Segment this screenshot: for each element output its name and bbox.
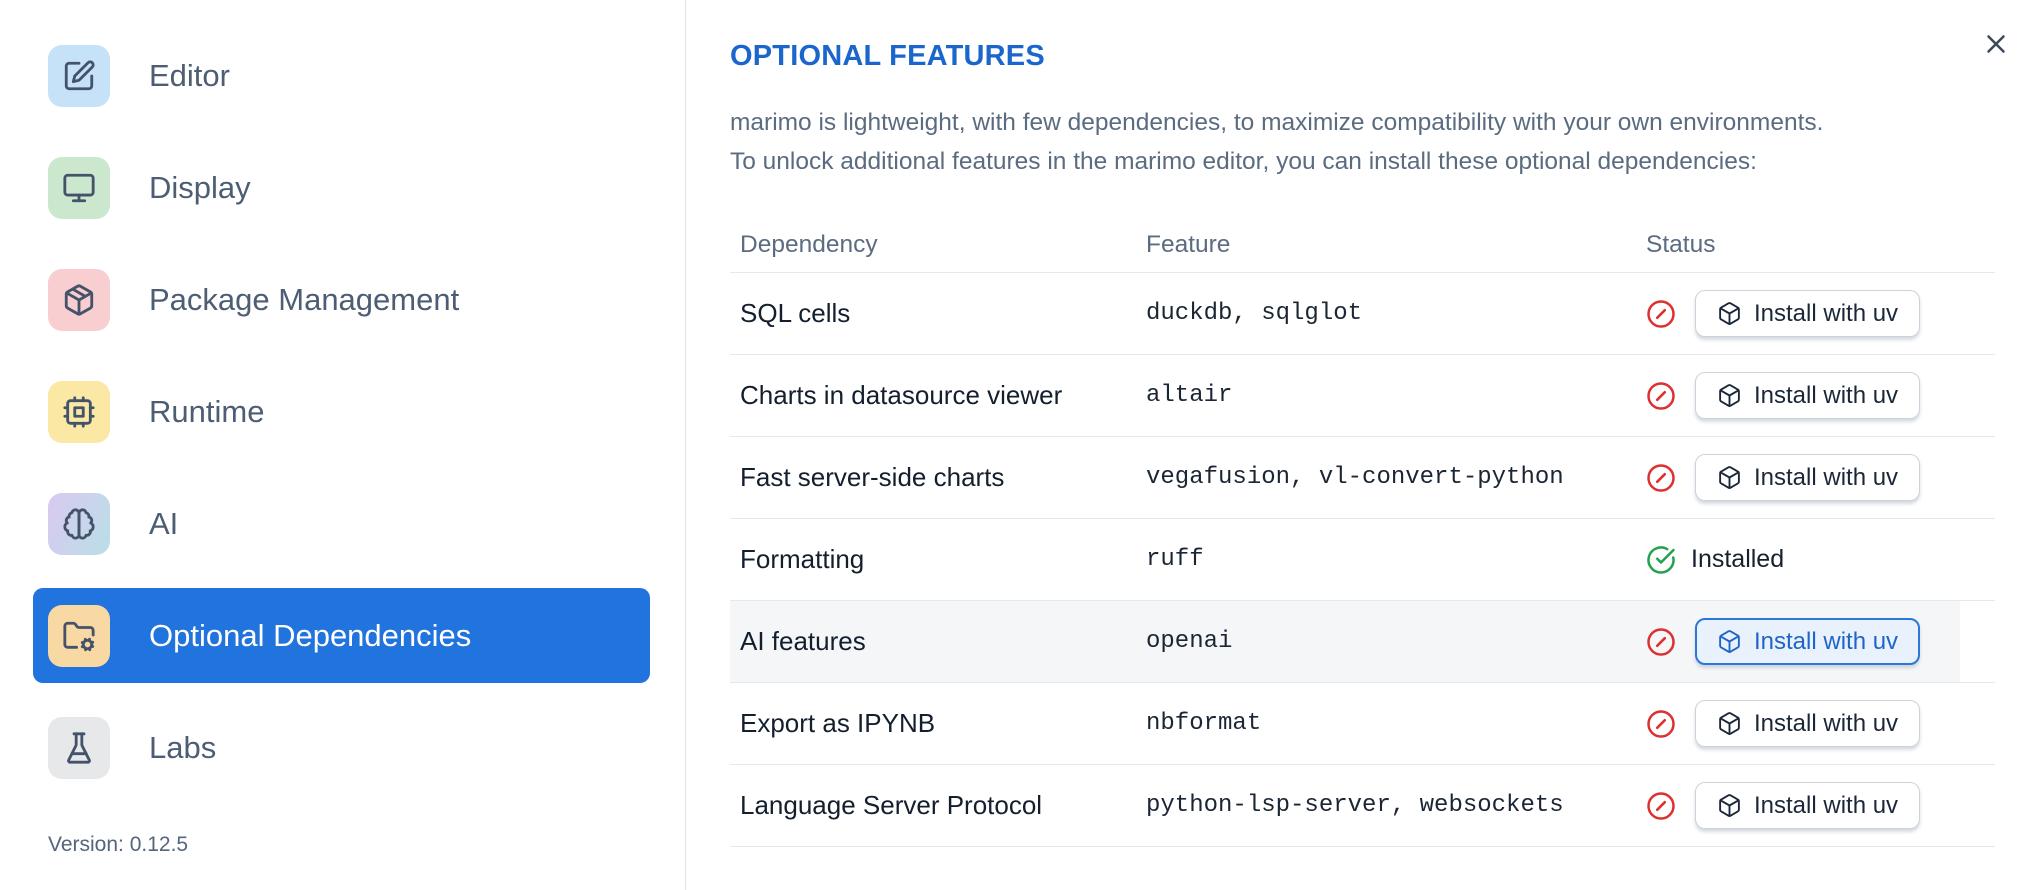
install-with-uv-button[interactable]: Install with uv [1695, 454, 1921, 501]
install-button-label: Install with uv [1754, 463, 1899, 491]
install-button-label: Install with uv [1754, 627, 1899, 655]
circle-x-icon [1646, 627, 1676, 657]
col-header-feature: Feature [1146, 230, 1231, 258]
cpu-icon [48, 380, 110, 443]
sidebar-item-label: Package Management [149, 281, 460, 317]
package-icon [1717, 465, 1742, 490]
status-cell: Install with uv [1646, 618, 1995, 665]
sidebar-item-package-management[interactable]: Package Management [33, 252, 650, 347]
brain-icon [48, 492, 110, 555]
status-cell: Install with uv [1646, 372, 1995, 419]
monitor-icon [48, 156, 110, 219]
circle-x-icon [1646, 381, 1676, 411]
install-with-uv-button[interactable]: Install with uv [1695, 618, 1921, 665]
feature-cell: ruff [1146, 546, 1204, 573]
installed-label: Installed [1691, 545, 1785, 573]
install-button-label: Install with uv [1754, 299, 1899, 327]
table-row: Fast server-side charts vegafusion, vl-c… [730, 437, 1995, 519]
install-with-uv-button[interactable]: Install with uv [1695, 700, 1921, 747]
folder-cog-icon [48, 604, 110, 667]
circle-check-icon [1646, 545, 1676, 575]
install-button-label: Install with uv [1754, 791, 1899, 819]
feature-cell: vegafusion, vl-convert-python [1146, 464, 1564, 491]
edit-icon [48, 44, 110, 107]
sidebar-item-runtime[interactable]: Runtime [33, 364, 650, 459]
table-row: Export as IPYNB nbformat Install with uv [730, 683, 1995, 765]
circle-x-icon [1646, 791, 1676, 821]
status-cell: Install with uv [1646, 700, 1995, 747]
sidebar-item-label: Runtime [149, 393, 265, 429]
install-with-uv-button[interactable]: Install with uv [1695, 290, 1921, 337]
sidebar-item-optional-dependencies[interactable]: Optional Dependencies [33, 588, 650, 683]
package-icon [1717, 793, 1742, 818]
install-button-label: Install with uv [1754, 709, 1899, 737]
package-icon [48, 268, 110, 331]
close-icon [1981, 29, 2011, 59]
panel-description: marimo is lightweight, with few dependen… [730, 103, 1995, 181]
description-line: To unlock additional features in the mar… [730, 148, 1757, 175]
feature-cell: openai [1146, 628, 1233, 655]
install-with-uv-button[interactable]: Install with uv [1695, 782, 1921, 829]
table-header-row: Dependency Feature Status [730, 217, 1995, 273]
table-row: Formatting ruff Installed [730, 519, 1995, 601]
sidebar-item-editor[interactable]: Editor [33, 28, 650, 123]
sidebar-item-label: AI [149, 505, 179, 541]
col-header-dependency: Dependency [740, 230, 878, 258]
table-row: SQL cells duckdb, sqlglot Install with u… [730, 273, 1995, 355]
feature-cell: python-lsp-server, websockets [1146, 792, 1564, 819]
circle-x-icon [1646, 709, 1676, 739]
dependency-cell: Export as IPYNB [740, 708, 936, 738]
optional-features-panel: OPTIONAL FEATURES marimo is lightweight,… [686, 0, 2042, 890]
sidebar-item-display[interactable]: Display [33, 140, 650, 235]
version-label: Version: 0.12.5 [48, 833, 189, 856]
flask-icon [48, 716, 110, 779]
dependency-cell: AI features [740, 626, 866, 656]
package-icon [1717, 629, 1742, 654]
table-row: AI features openai Install with uv [730, 601, 1995, 683]
package-icon [1717, 383, 1742, 408]
install-with-uv-button[interactable]: Install with uv [1695, 372, 1921, 419]
feature-cell: duckdb, sqlglot [1146, 300, 1363, 327]
circle-x-icon [1646, 299, 1676, 329]
dependency-cell: Fast server-side charts [740, 462, 1005, 492]
sidebar-item-labs[interactable]: Labs [33, 700, 650, 795]
sidebar-item-ai[interactable]: AI [33, 476, 650, 571]
status-cell: Install with uv [1646, 290, 1995, 337]
status-cell: Install with uv [1646, 454, 1995, 501]
feature-cell: altair [1146, 382, 1233, 409]
feature-cell: nbformat [1146, 710, 1262, 737]
optional-features-table: Dependency Feature Status SQL cells duck… [730, 217, 1995, 847]
dependency-cell: Language Server Protocol [740, 790, 1043, 820]
table-row: Charts in datasource viewer altair Insta… [730, 355, 1995, 437]
circle-x-icon [1646, 463, 1676, 493]
package-icon [1717, 301, 1742, 326]
status-cell: Installed [1646, 545, 1995, 575]
install-button-label: Install with uv [1754, 381, 1899, 409]
dependency-cell: Charts in datasource viewer [740, 380, 1063, 410]
sidebar-item-label: Optional Dependencies [149, 617, 472, 653]
settings-sidebar: Editor Display Package Management Runtim… [0, 0, 686, 890]
col-header-status: Status [1646, 230, 1716, 258]
close-button[interactable] [1978, 26, 2014, 62]
package-icon [1717, 711, 1742, 736]
sidebar-item-label: Display [149, 169, 251, 205]
table-row: Language Server Protocol python-lsp-serv… [730, 765, 1995, 847]
description-line: marimo is lightweight, with few dependen… [730, 109, 1824, 136]
dependency-cell: SQL cells [740, 298, 851, 328]
sidebar-item-label: Labs [149, 729, 217, 765]
status-cell: Install with uv [1646, 782, 1995, 829]
page-title: OPTIONAL FEATURES [730, 40, 1045, 72]
dependency-cell: Formatting [740, 544, 865, 574]
sidebar-item-label: Editor [149, 57, 230, 93]
